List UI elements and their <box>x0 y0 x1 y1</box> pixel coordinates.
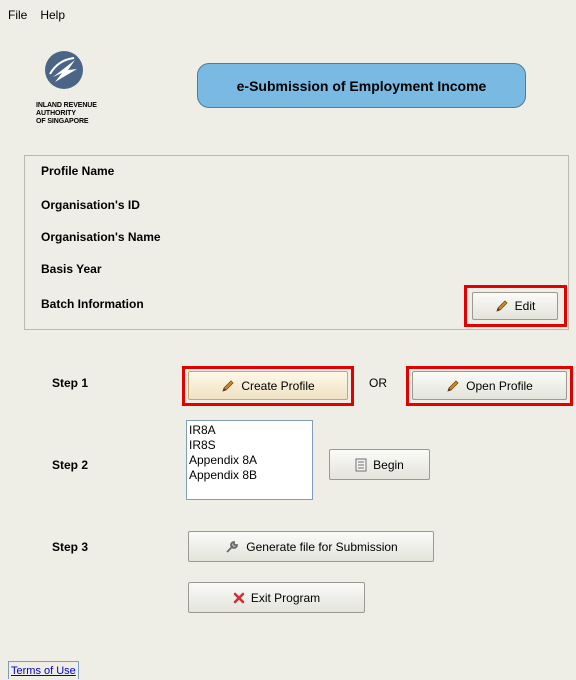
wrench-icon <box>224 539 240 555</box>
begin-button[interactable]: Begin <box>329 449 430 480</box>
app-title: e-Submission of Employment Income <box>197 63 526 108</box>
document-icon <box>355 458 367 472</box>
list-item[interactable]: IR8S <box>189 438 312 453</box>
org-name-label: Organisation's Name <box>41 230 161 244</box>
iras-logo: INLAND REVENUE AUTHORITY OF SINGAPORE <box>36 48 156 138</box>
menu-bar: File Help <box>0 0 576 30</box>
begin-button-label: Begin <box>373 457 404 472</box>
exit-program-label: Exit Program <box>250 590 321 605</box>
terms-of-use-link[interactable]: Terms of Use <box>8 661 79 679</box>
pencil-icon <box>495 299 509 313</box>
edit-button[interactable]: Edit <box>472 292 558 320</box>
list-item[interactable]: Appendix 8B <box>189 468 312 483</box>
org-id-label: Organisation's ID <box>41 198 140 212</box>
basis-year-label: Basis Year <box>41 262 102 276</box>
open-profile-button[interactable]: Open Profile <box>412 371 567 400</box>
close-icon <box>233 592 245 604</box>
menu-file[interactable]: File <box>0 8 34 22</box>
logo-line-3: OF SINGAPORE <box>36 118 89 125</box>
logo-text: INLAND REVENUE AUTHORITY OF SINGAPORE <box>36 102 156 126</box>
list-item[interactable]: IR8A <box>189 423 312 438</box>
pencil-icon <box>221 379 235 393</box>
generate-file-label: Generate file for Submission <box>246 539 398 554</box>
create-profile-button[interactable]: Create Profile <box>188 371 348 400</box>
form-type-list[interactable]: IR8A IR8S Appendix 8A Appendix 8B <box>186 420 313 500</box>
batch-info-label: Batch Information <box>41 297 144 311</box>
list-item[interactable]: Appendix 8A <box>189 453 312 468</box>
logo-line-1: INLAND REVENUE <box>36 102 97 109</box>
logo-line-2: AUTHORITY <box>36 110 76 117</box>
exit-program-button[interactable]: Exit Program <box>188 582 365 613</box>
pencil-icon <box>446 379 460 393</box>
step2-label: Step 2 <box>52 458 89 472</box>
generate-file-button[interactable]: Generate file for Submission <box>188 531 434 562</box>
open-profile-label: Open Profile <box>466 378 533 393</box>
step3-label: Step 3 <box>52 540 89 554</box>
edit-button-label: Edit <box>514 299 536 313</box>
profile-name-label: Profile Name <box>41 164 115 178</box>
iras-emblem-icon <box>45 51 83 89</box>
menu-help[interactable]: Help <box>34 8 72 22</box>
step1-label: Step 1 <box>52 376 89 390</box>
or-label: OR <box>369 376 387 390</box>
create-profile-label: Create Profile <box>241 378 315 393</box>
